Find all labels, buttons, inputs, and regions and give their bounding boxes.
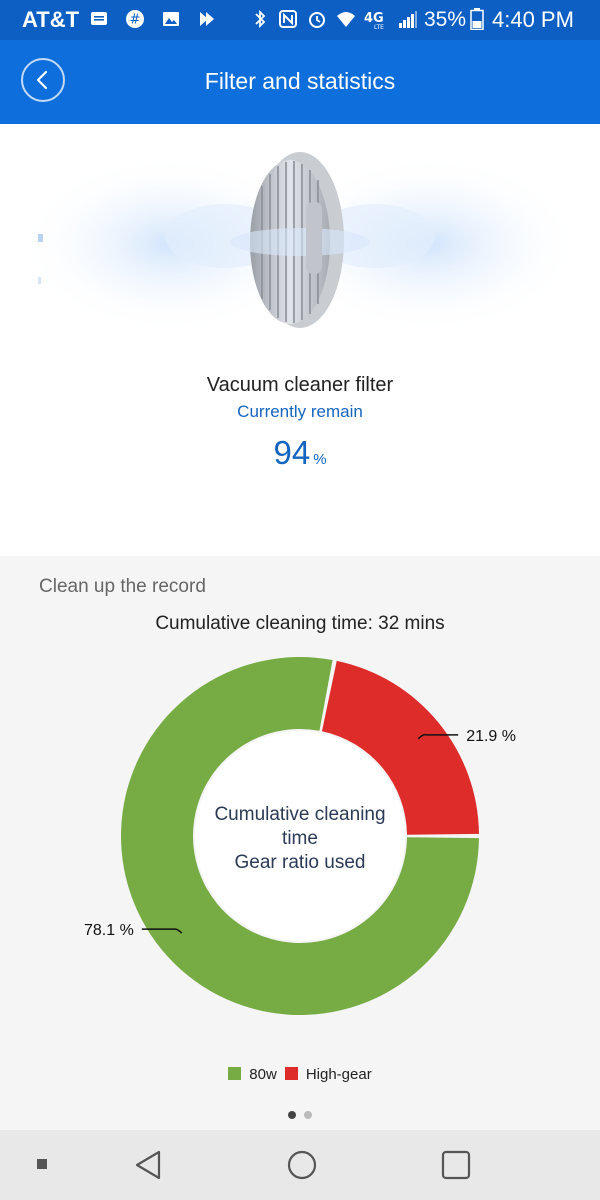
remaining-label: Currently remain	[237, 402, 363, 421]
remaining-percent-number: 94	[273, 434, 311, 471]
legend-swatch	[284, 1067, 298, 1080]
legend-swatch	[228, 1067, 242, 1080]
page-title: Filter and statistics	[204, 68, 396, 94]
svg-text:#: #	[130, 13, 141, 28]
bluetooth-icon	[255, 9, 266, 29]
donut-slice-label: 78.1 %	[84, 922, 134, 939]
gear-usage-donut-chart[interactable]: 78.1 % 21.9 % Cumulative cleaning time Gear …	[0, 640, 600, 1060]
page-dot-active[interactable]	[288, 1111, 296, 1119]
nav-home-icon[interactable]	[286, 1149, 318, 1181]
filter-name: Vacuum cleaner filter	[206, 374, 394, 396]
remaining-percent-unit: %	[313, 451, 327, 468]
battery-icon	[470, 8, 484, 30]
battery-percentage: 35%	[424, 8, 467, 31]
filter-status-card: Vacuum cleaner filter Currently remain 9…	[0, 124, 600, 556]
carrier-label: AT&T	[22, 7, 80, 32]
app-bar: Filter and statistics	[0, 40, 600, 124]
status-bar: AT&T # 4G LTE 35% 4:40 PM	[0, 0, 600, 40]
chart-legend: 80w High-gear	[0, 1066, 600, 1083]
donut-center-text: time	[282, 828, 318, 849]
slack-icon: #	[126, 10, 144, 28]
legend-label: High-gear	[305, 1066, 372, 1083]
legend-label: 80w	[249, 1066, 277, 1083]
donut-center-text: Cumulative cleaning	[214, 804, 385, 825]
filter-image	[20, 152, 580, 334]
system-navigation-bar	[0, 1130, 600, 1200]
app-notification-icon	[200, 12, 214, 26]
page-dot[interactable]	[304, 1111, 312, 1119]
4g-lte-icon: 4GLTE	[364, 11, 384, 29]
record-section-title: Clean up the record	[39, 576, 206, 597]
remaining-value: 94%	[0, 434, 600, 472]
donut-center-text: Gear ratio used	[235, 852, 366, 873]
nfc-icon	[279, 10, 297, 28]
wifi-icon	[337, 12, 355, 27]
message-icon	[91, 12, 107, 25]
page-indicator[interactable]	[0, 1106, 600, 1124]
menu-dot-icon[interactable]	[36, 1158, 48, 1170]
donut-slice-label: 21.9 %	[466, 728, 516, 745]
cumulative-time-label: Cumulative cleaning time: 32 mins	[155, 613, 445, 634]
legend-item-80w: 80w	[228, 1066, 277, 1083]
signal-icon	[399, 11, 417, 28]
clock: 4:40 PM	[492, 7, 574, 32]
alarm-icon	[309, 12, 325, 28]
nav-back-icon[interactable]	[133, 1149, 163, 1181]
nav-recents-icon[interactable]	[440, 1149, 472, 1181]
svg-text:LTE: LTE	[374, 24, 384, 29]
legend-item-high-gear: High-gear	[284, 1066, 372, 1083]
image-icon	[163, 12, 179, 26]
